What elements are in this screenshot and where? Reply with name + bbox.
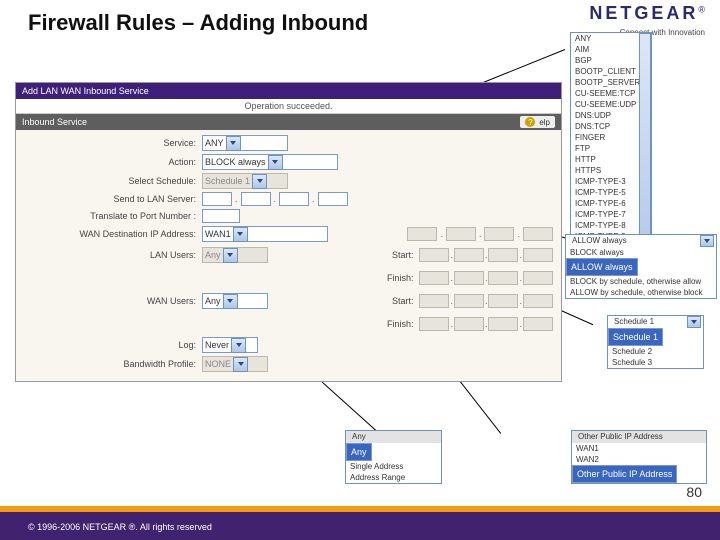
callout-action-list[interactable]: ALLOW always BLOCK alwaysALLOW alwaysBLO… <box>565 234 717 299</box>
copyright: © 1996-2006 NETGEAR ®. All rights reserv… <box>28 522 212 532</box>
list-option[interactable]: ANY <box>571 33 639 44</box>
list-option[interactable]: BLOCK by schedule, otherwise allow <box>566 276 716 287</box>
list-option[interactable]: HTTP <box>571 154 639 165</box>
panel-header: Add LAN WAN Inbound Service <box>16 83 561 99</box>
list-option[interactable]: Schedule 3 <box>608 357 703 368</box>
list-option[interactable]: BOOTP_SERVER <box>571 77 639 88</box>
list-option[interactable]: CU-SEEME:TCP <box>571 88 639 99</box>
slide-title: Firewall Rules – Adding Inbound <box>28 10 368 36</box>
chevron-down-icon <box>233 357 248 372</box>
chevron-down-icon <box>687 316 701 328</box>
list-option[interactable]: ALLOW always <box>566 258 638 276</box>
wan-dest-ip: ... <box>407 227 561 241</box>
label-schedule: Select Schedule: <box>16 176 202 186</box>
callout-header: Other Public IP Address <box>574 431 704 443</box>
list-option[interactable]: ICMP-TYPE-5 <box>571 187 639 198</box>
section-header: Inbound Service ? elp <box>16 114 561 130</box>
form-body: Service: ANY Action: BLOCK always Select… <box>16 130 561 381</box>
list-option[interactable]: Schedule 2 <box>608 346 703 357</box>
log-select[interactable]: Never <box>202 337 258 353</box>
brand-name: NETGEAR <box>589 3 698 23</box>
label-lan-start: Start: <box>363 250 419 260</box>
list-option[interactable]: AIM <box>571 44 639 55</box>
list-option[interactable]: DNS:UDP <box>571 110 639 121</box>
label-wan-start: Start: <box>363 296 419 306</box>
callout-schedule-list[interactable]: Schedule 1 Schedule 1Schedule 2Schedule … <box>607 315 704 369</box>
list-option[interactable]: Schedule 1 <box>608 328 663 346</box>
bandwidth-select[interactable]: NONE <box>202 356 268 372</box>
chevron-down-icon <box>700 235 714 247</box>
list-option[interactable]: FINGER <box>571 132 639 143</box>
wan-users-select[interactable]: Any <box>202 293 268 309</box>
list-option[interactable]: FTP <box>571 143 639 154</box>
chevron-down-icon <box>223 294 238 309</box>
list-option[interactable]: BLOCK always <box>566 247 716 258</box>
help-link[interactable]: ? elp <box>520 116 555 128</box>
callout-header: Schedule 1 <box>610 316 687 328</box>
translate-port[interactable] <box>202 209 240 223</box>
send-to-ip[interactable]: ... <box>202 192 348 206</box>
callout-wanusers-list[interactable]: Any AnySingle AddressAddress Range <box>345 430 442 484</box>
label-service: Service: <box>16 138 202 148</box>
chevron-down-icon <box>252 174 267 189</box>
list-option[interactable]: ALLOW by schedule, otherwise block <box>566 287 716 298</box>
label-action: Action: <box>16 157 202 167</box>
page-number: 80 <box>686 484 702 500</box>
list-option[interactable]: Single Address <box>346 461 441 472</box>
label-lan-users: LAN Users: <box>16 250 202 260</box>
chevron-down-icon <box>233 227 248 242</box>
list-option[interactable]: BOOTP_CLIENT <box>571 66 639 77</box>
label-bandwidth: Bandwidth Profile: <box>16 359 202 369</box>
list-option[interactable]: ICMP-TYPE-3 <box>571 176 639 187</box>
config-panel: Add LAN WAN Inbound Service Operation su… <box>15 82 562 382</box>
list-option[interactable]: ICMP-TYPE-7 <box>571 209 639 220</box>
label-wan-dest: WAN Destination IP Address: <box>16 229 202 239</box>
list-option[interactable]: Any <box>346 443 372 461</box>
list-option[interactable]: ICMP-TYPE-8 <box>571 220 639 231</box>
callout-header: ALLOW always <box>568 235 700 247</box>
list-option[interactable]: DNS:TCP <box>571 121 639 132</box>
list-option[interactable]: WAN2 <box>572 454 706 465</box>
help-icon: ? <box>525 117 535 127</box>
chevron-down-icon <box>231 338 246 353</box>
label-translate: Translate to Port Number : <box>16 211 202 221</box>
schedule-select[interactable]: Schedule 1 <box>202 173 288 189</box>
label-send-to: Send to LAN Server: <box>16 194 202 204</box>
list-option[interactable]: ICMP-TYPE-6 <box>571 198 639 209</box>
wan-dest-select[interactable]: WAN1 <box>202 226 328 242</box>
list-option[interactable]: Other Public IP Address <box>572 465 677 483</box>
callout-pubip-list[interactable]: Other Public IP Address WAN1WAN2Other Pu… <box>571 430 707 484</box>
list-option[interactable]: Address Range <box>346 472 441 483</box>
status-message: Operation succeeded. <box>16 99 561 114</box>
chevron-down-icon <box>226 136 241 151</box>
list-option[interactable]: BGP <box>571 55 639 66</box>
chevron-down-icon <box>223 248 238 263</box>
list-option[interactable]: WAN1 <box>572 443 706 454</box>
section-title: Inbound Service <box>22 117 87 127</box>
label-wan-finish: Finish: <box>363 319 419 329</box>
service-select[interactable]: ANY <box>202 135 288 151</box>
action-select[interactable]: BLOCK always <box>202 154 338 170</box>
list-option[interactable]: CU-SEEME:UDP <box>571 99 639 110</box>
chevron-down-icon <box>268 155 283 170</box>
label-lan-finish: Finish: <box>363 273 419 283</box>
callout-header: Any <box>348 431 439 443</box>
lan-users-select[interactable]: Any <box>202 247 268 263</box>
label-log: Log: <box>16 340 202 350</box>
label-wan-users: WAN Users: <box>16 296 202 306</box>
list-option[interactable]: HTTPS <box>571 165 639 176</box>
